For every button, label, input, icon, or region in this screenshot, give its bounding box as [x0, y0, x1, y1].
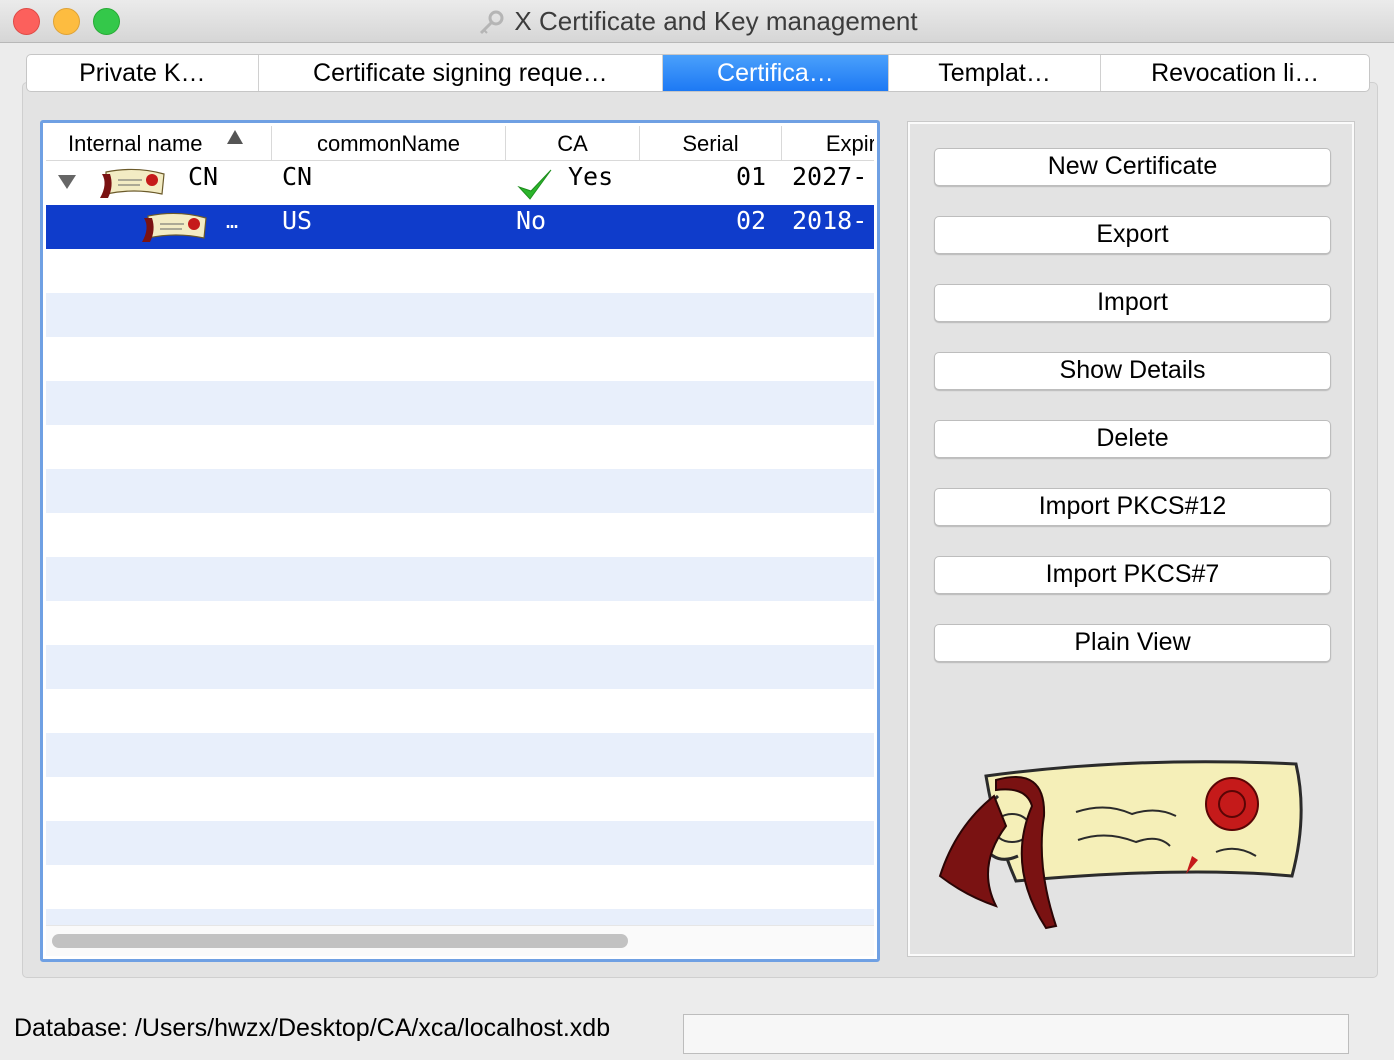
- disclosure-triangle-icon[interactable]: [58, 175, 76, 189]
- tab-certificate-signing-requests[interactable]: Certificate signing reque…: [259, 55, 664, 91]
- window-title: X Certificate and Key management: [514, 6, 918, 36]
- action-button-group: New Certificate Export Import Show Detai…: [907, 121, 1355, 957]
- certificate-scroll-logo: [938, 760, 1303, 930]
- tab-private-keys[interactable]: Private K…: [27, 55, 259, 91]
- column-header-common-name[interactable]: commonName: [272, 126, 506, 160]
- empty-row: [46, 645, 874, 689]
- tab-revocation-lists[interactable]: Revocation li…: [1101, 55, 1369, 91]
- column-header-expiry[interactable]: Expir: [782, 126, 874, 160]
- new-certificate-button[interactable]: New Certificate: [934, 148, 1331, 186]
- empty-row: [46, 249, 874, 293]
- horizontal-scrollbar[interactable]: [46, 925, 874, 956]
- import-button[interactable]: Import: [934, 284, 1331, 322]
- certificate-icon: [142, 212, 207, 242]
- column-header-ca[interactable]: CA: [506, 126, 640, 160]
- common-name-cell: US: [282, 206, 313, 235]
- tab-bar: Private K… Certificate signing reque… Ce…: [26, 54, 1370, 92]
- window-title-container: X Certificate and Key management: [0, 0, 1394, 42]
- empty-row: [46, 381, 874, 425]
- table-rows: CN CN Yes 01 2027- … US No 02 2018-: [46, 161, 874, 926]
- table-row-selected[interactable]: … US No 02 2018-: [46, 205, 874, 249]
- internal-name-cell: CN: [188, 162, 219, 191]
- progress-bar: [683, 1014, 1349, 1054]
- checkmark-icon: [517, 169, 552, 200]
- table-row[interactable]: CN CN Yes 01 2027-: [46, 161, 874, 205]
- empty-row: [46, 821, 874, 865]
- serial-cell: 01: [736, 162, 767, 191]
- key-icon: [480, 10, 504, 35]
- export-button[interactable]: Export: [934, 216, 1331, 254]
- certificate-icon: [100, 168, 165, 198]
- import-pkcs12-button[interactable]: Import PKCS#12: [934, 488, 1331, 526]
- expiry-cell: 2027-: [792, 162, 868, 191]
- delete-button[interactable]: Delete: [934, 420, 1331, 458]
- expiry-cell: 2018-: [792, 206, 868, 235]
- import-pkcs7-button[interactable]: Import PKCS#7: [934, 556, 1331, 594]
- empty-row: [46, 293, 874, 337]
- empty-row: [46, 557, 874, 601]
- title-bar: X Certificate and Key management: [0, 0, 1394, 43]
- tab-templates[interactable]: Templat…: [889, 55, 1102, 91]
- ca-cell: No: [516, 206, 547, 235]
- show-details-button[interactable]: Show Details: [934, 352, 1331, 390]
- sort-ascending-icon: [227, 130, 243, 144]
- serial-cell: 02: [736, 206, 767, 235]
- internal-name-cell: …: [226, 209, 239, 233]
- table-header: Internal name commonName CA Serial Expir: [46, 126, 874, 161]
- column-header-serial[interactable]: Serial: [640, 126, 782, 160]
- certificate-tree-view[interactable]: Internal name commonName CA Serial Expir: [40, 120, 880, 962]
- plain-view-button[interactable]: Plain View: [934, 624, 1331, 662]
- empty-row: [46, 469, 874, 513]
- empty-row: [46, 733, 874, 777]
- common-name-cell: CN: [282, 162, 313, 191]
- tab-certificates[interactable]: Certifica…: [663, 55, 889, 91]
- database-path-label: Database: /Users/hwzx/Desktop/CA/xca/loc…: [14, 1014, 611, 1042]
- column-header-label: Internal name: [68, 131, 203, 156]
- empty-row: [46, 909, 874, 926]
- ca-cell: Yes: [568, 162, 614, 191]
- scrollbar-thumb[interactable]: [52, 934, 628, 948]
